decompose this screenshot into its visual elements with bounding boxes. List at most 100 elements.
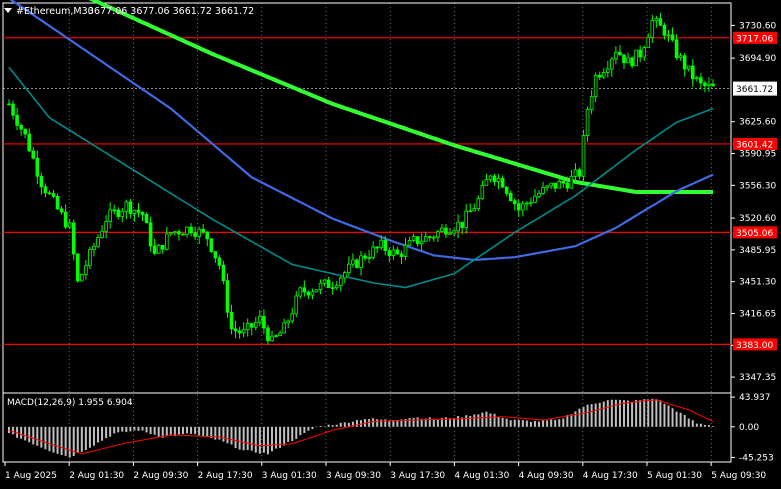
candle-body <box>545 185 549 188</box>
macd-tick-label: 43.937 <box>739 393 771 403</box>
candle-body <box>19 125 23 130</box>
candle-body <box>484 179 489 186</box>
candle-body <box>593 74 598 98</box>
macd-histogram-bar <box>246 426 249 451</box>
price-label: 3556.30 <box>739 181 776 191</box>
candle-body <box>516 203 521 211</box>
candle-body <box>367 257 371 259</box>
candle-body <box>589 96 594 111</box>
candle-body <box>112 209 116 212</box>
macd-histogram-bar <box>88 426 91 448</box>
candle-body <box>169 232 173 235</box>
macd-histogram-bar <box>699 423 702 427</box>
candle-body <box>670 34 675 41</box>
candle-body <box>156 244 161 254</box>
time-label: 4 Aug 01:30 <box>454 471 509 481</box>
candle-body <box>610 58 614 70</box>
macd-histogram-bar <box>24 426 27 441</box>
candle-body <box>84 265 88 275</box>
macd-histogram-bar <box>311 426 314 430</box>
macd-histogram-bar <box>355 420 358 427</box>
candle-body <box>108 209 112 222</box>
macd-histogram-bar <box>703 424 706 427</box>
time-label: 2 Aug 09:30 <box>133 471 188 481</box>
candle-body <box>666 34 671 37</box>
price-level-value: 3717.06 <box>736 34 773 44</box>
candle-body <box>359 255 363 268</box>
candle-body <box>43 186 48 194</box>
candle-body <box>427 236 432 239</box>
macd-histogram-bar <box>295 426 298 439</box>
macd-histogram-bar <box>651 398 654 427</box>
macd-histogram-bar <box>76 426 79 453</box>
candle-body <box>290 313 295 322</box>
macd-histogram-bar <box>101 426 104 441</box>
macd-histogram-bar <box>190 426 193 434</box>
macd-histogram-bar <box>376 419 379 427</box>
candle-body <box>565 182 570 189</box>
macd-histogram-bar <box>372 418 375 427</box>
candle-body <box>270 335 274 342</box>
macd-histogram-bar <box>465 415 468 427</box>
candle-body <box>488 175 493 181</box>
candle-body <box>496 178 501 182</box>
candle-body <box>286 320 290 324</box>
candle-body <box>47 192 52 195</box>
candle-body <box>326 279 331 288</box>
candle-body <box>436 231 440 238</box>
macd-histogram-bar <box>234 426 237 449</box>
macd-histogram-bar <box>181 426 184 435</box>
candle-body <box>15 114 19 126</box>
candle-body <box>35 157 40 177</box>
candle-body <box>707 83 711 87</box>
candle-body <box>310 291 315 296</box>
candle-body <box>444 227 448 235</box>
macd-histogram-bar <box>683 414 686 427</box>
candle-body <box>569 175 574 189</box>
macd-histogram-bar <box>198 426 201 436</box>
macd-histogram-bar <box>691 420 694 427</box>
macd-histogram-bar <box>32 426 35 445</box>
macd-histogram-bar <box>550 419 553 427</box>
macd-histogram-bar <box>489 413 492 427</box>
candle-body <box>229 311 234 330</box>
triangle-down-icon[interactable] <box>4 8 12 13</box>
candle-body <box>306 291 311 296</box>
macd-histogram-bar <box>497 416 500 427</box>
candle-body <box>375 246 379 249</box>
macd-histogram-bar <box>315 426 318 428</box>
macd-histogram-bar <box>594 403 597 427</box>
candle-body <box>371 246 375 258</box>
macd-histogram-bar <box>291 426 294 442</box>
macd-histogram-bar <box>254 426 257 453</box>
candle-body <box>650 20 655 38</box>
candle-body <box>695 77 699 80</box>
macd-histogram-bar <box>125 426 128 433</box>
candle-body <box>464 210 468 228</box>
symbol-label: #Ethereum,M30 <box>16 6 94 17</box>
candle-body <box>476 198 481 209</box>
candle-body <box>630 57 634 67</box>
macd-histogram-bar <box>473 414 476 427</box>
candle-body <box>258 315 262 323</box>
candle-body <box>189 226 193 234</box>
candle-body <box>500 178 505 188</box>
candle-body <box>63 211 68 228</box>
macd-histogram-bar <box>141 426 144 431</box>
macd-histogram-bar <box>509 420 512 427</box>
price-chart[interactable]: MACD(12,26,9) 1.955 6.904 1 Aug 2025 2 Au… <box>0 0 781 489</box>
macd-histogram-bar <box>226 426 229 444</box>
candle-body <box>355 259 359 268</box>
candle-body <box>597 74 602 78</box>
candle-body <box>508 192 513 202</box>
macd-histogram-bar <box>36 426 39 446</box>
macd-histogram-bar <box>250 426 253 451</box>
price-label: 3416.65 <box>739 309 776 319</box>
candle-body <box>11 103 15 116</box>
price-level-value: 3505.06 <box>736 229 773 239</box>
macd-histogram-bar <box>92 426 95 446</box>
time-label: 2 Aug 17:30 <box>198 471 253 481</box>
macd-histogram-bar <box>513 419 516 427</box>
candle-body <box>343 272 347 279</box>
price-label: 3694.90 <box>739 54 776 64</box>
